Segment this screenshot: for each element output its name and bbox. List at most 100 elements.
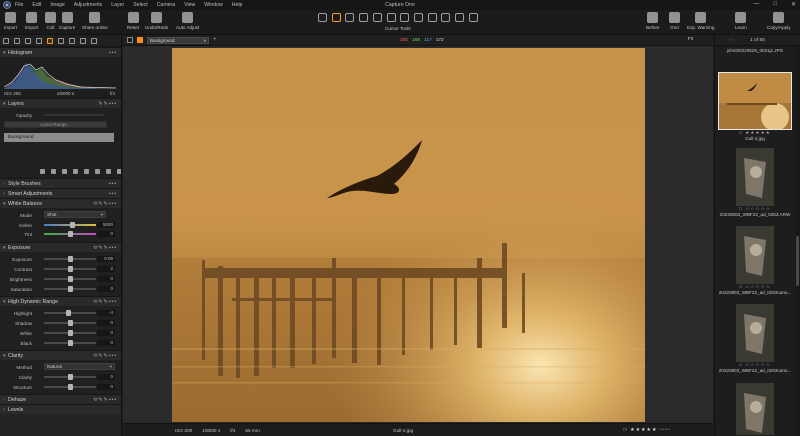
slider-knob[interactable] xyxy=(67,256,73,262)
footer-rating[interactable]: □ ★★★★★ ▫▫▫▫ xyxy=(624,427,671,433)
adjustment-slider[interactable] xyxy=(44,374,96,380)
adjustment-slider[interactable] xyxy=(44,256,96,262)
brush-cursor-icon[interactable] xyxy=(400,13,410,22)
brush-icon[interactable] xyxy=(40,169,45,174)
thumbnail-item-selected[interactable]: □ ★★★★★ Gull-2.jpg xyxy=(715,59,795,141)
adjustment-slider[interactable] xyxy=(44,320,96,326)
adjustment-value[interactable]: 0 xyxy=(97,340,115,346)
composition-tab-icon[interactable] xyxy=(36,37,42,44)
exposure-header[interactable]: ▾ Exposure ⟲✎✎••• xyxy=(0,242,121,252)
eraser-icon[interactable] xyxy=(51,169,56,174)
learn-button[interactable]: Learn xyxy=(735,12,747,30)
main-photo[interactable] xyxy=(172,48,645,422)
grid-button[interactable]: Grid xyxy=(669,12,680,30)
hdr-tools-icon[interactable]: ⟲✎✎••• xyxy=(93,299,117,305)
thumbnail-item[interactable]: □ ☆☆☆☆☆ 20220803_WBF22_ad_0253cano... xyxy=(715,226,795,295)
gradient-cursor-icon[interactable] xyxy=(427,13,437,22)
slider-knob[interactable] xyxy=(67,276,73,282)
capture-tab-icon[interactable] xyxy=(14,37,20,44)
details-tab-icon[interactable] xyxy=(69,37,75,44)
import-button[interactable]: Import xyxy=(4,12,17,30)
more-icon[interactable]: ••• xyxy=(109,181,117,187)
kelvin-value[interactable]: 5000 xyxy=(97,222,115,228)
adjustment-slider[interactable] xyxy=(44,276,96,282)
luma-range-button[interactable]: Luma Range... xyxy=(4,121,107,128)
fill-icon[interactable] xyxy=(106,169,111,174)
tint-slider[interactable] xyxy=(44,231,96,237)
heal-cursor-icon[interactable] xyxy=(441,13,451,22)
adjustment-value[interactable]: -4 xyxy=(97,310,115,316)
style-brushes-header[interactable]: › Style Brushes ••• xyxy=(0,178,121,188)
menu-image[interactable]: Image xyxy=(50,0,64,10)
single-view-icon[interactable] xyxy=(127,37,133,43)
minimize-icon[interactable]: — xyxy=(753,1,759,8)
slider-knob[interactable] xyxy=(67,330,73,336)
annotate-cursor-icon[interactable] xyxy=(468,13,478,22)
rotate-cursor-icon[interactable] xyxy=(372,13,382,22)
radial-icon[interactable] xyxy=(73,169,78,174)
adjustment-value[interactable]: 0 xyxy=(97,330,115,336)
close-icon[interactable]: ✕ xyxy=(791,1,796,8)
adjustment-value[interactable]: 0 xyxy=(97,286,115,292)
adjustment-slider[interactable] xyxy=(44,286,96,292)
adjustment-slider[interactable] xyxy=(44,266,96,272)
clarity-method-select[interactable]: Natural xyxy=(44,363,115,370)
browser-scrollbar[interactable] xyxy=(795,46,800,436)
thumbnail-item[interactable]: □ ☆☆☆☆☆ 20220803_WBF22_ad_0253cano... xyxy=(715,304,795,373)
slider-knob[interactable] xyxy=(66,310,72,316)
adjustment-value[interactable]: 0 xyxy=(97,384,115,390)
maximize-icon[interactable]: □ xyxy=(773,1,777,8)
trash-icon[interactable] xyxy=(117,169,121,174)
gradient-icon[interactable] xyxy=(62,169,67,174)
adjustment-slider[interactable] xyxy=(44,340,96,346)
picker-cursor-icon[interactable] xyxy=(455,13,465,22)
more-icon[interactable]: ••• xyxy=(109,191,117,197)
metadata-tab-icon[interactable] xyxy=(80,37,86,44)
tint-knob[interactable] xyxy=(67,231,73,237)
more-tabs-icon[interactable] xyxy=(91,37,97,44)
image-viewer[interactable]: Background + 200 168 117 172 Fit xyxy=(123,35,713,436)
adjustment-value[interactable]: 0 xyxy=(97,374,115,380)
undo-redo-button[interactable]: Undo/Redo xyxy=(145,12,168,30)
copy-apply-button[interactable]: Copy/Apply xyxy=(767,12,791,30)
scrollbar-thumb[interactable] xyxy=(796,236,799,286)
layers-tools-icon[interactable]: ✎✎••• xyxy=(98,101,117,107)
kelvin-knob[interactable] xyxy=(70,222,76,228)
pan-cursor-icon[interactable] xyxy=(331,13,341,22)
capture-one-logo-icon[interactable] xyxy=(3,1,11,9)
browser-nav-arrows[interactable]: ‹ › xyxy=(729,38,734,43)
layer-item-background[interactable]: Background xyxy=(4,133,114,142)
slider-knob[interactable] xyxy=(67,320,73,326)
adjustment-value[interactable]: 0 xyxy=(97,276,115,282)
zoom-fit[interactable]: Fit xyxy=(688,37,693,42)
hdr-header[interactable]: ▾ High Dynamic Range ⟲✎✎••• xyxy=(0,296,121,306)
wb-mode-select[interactable]: Shot xyxy=(44,211,106,218)
menu-edit[interactable]: Edit xyxy=(32,0,41,10)
auto-adjust-button[interactable]: Auto Adjust xyxy=(176,12,199,30)
lens-tab-icon[interactable] xyxy=(25,37,31,44)
adjustment-slider[interactable] xyxy=(44,384,96,390)
menu-window[interactable]: Window xyxy=(204,0,222,10)
dehaze-header[interactable]: › Dehaze ⟲✎✎••• xyxy=(0,394,121,404)
tint-value[interactable]: 0 xyxy=(97,231,115,237)
smart-adjustments-header[interactable]: › Smart Adjustments ••• xyxy=(0,188,121,198)
multi-view-icon[interactable] xyxy=(137,37,143,43)
adjustment-value[interactable]: 0.09 xyxy=(97,256,115,262)
adjustment-value[interactable]: 0 xyxy=(97,320,115,326)
color-tab-icon[interactable] xyxy=(58,37,64,44)
kelvin-slider[interactable] xyxy=(44,222,96,228)
dehaze-tools-icon[interactable]: ⟲✎✎••• xyxy=(93,397,117,403)
export-button[interactable]: Export xyxy=(25,12,38,30)
menu-view[interactable]: View xyxy=(184,0,195,10)
keystone-cursor-icon[interactable] xyxy=(386,13,396,22)
menu-adjustments[interactable]: Adjustments xyxy=(74,0,103,10)
histogram-section-header[interactable]: ▾ Histogram ••• xyxy=(0,47,121,57)
thumbnail-item[interactable]: □ ☆☆☆☆☆ 20220803_WBF22_ad_0253.ARW xyxy=(715,148,795,217)
add-icon[interactable]: + xyxy=(213,37,217,43)
exposure-warning-button[interactable]: Exp. Warning xyxy=(687,12,714,30)
clarity-tools-icon[interactable]: ⟲✎✎••• xyxy=(93,353,117,359)
adjustment-slider[interactable] xyxy=(44,330,96,336)
levels-header[interactable]: › Levels xyxy=(0,404,121,414)
slider-knob[interactable] xyxy=(68,266,74,272)
menu-camera[interactable]: Camera xyxy=(157,0,175,10)
